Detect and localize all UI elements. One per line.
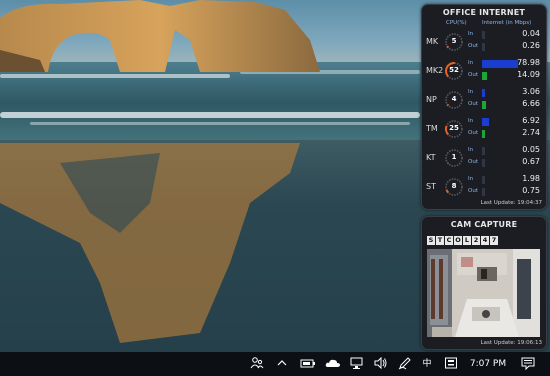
host-row: MK2 52 In 78.98 Out 14.09 [426,58,542,84]
battery-icon[interactable] [300,356,316,372]
in-traffic-value: 78.98 [517,58,540,67]
out-label: Out [468,72,478,78]
onedrive-icon[interactable] [325,356,341,372]
pen-icon[interactable] [398,356,412,372]
code-char: 7 [490,236,498,245]
people-icon[interactable] [250,356,264,372]
code-char: 2 [472,236,480,245]
ime-icon[interactable]: 中 [420,356,434,372]
out-traffic-bar [482,159,485,167]
out-traffic-bar [482,130,485,138]
in-traffic-value: 6.92 [522,116,540,125]
cpu-gauge: 8 [444,177,464,197]
in-label: In [468,147,474,153]
out-label: Out [468,188,478,194]
in-traffic-bar [482,89,485,97]
in-label: In [468,31,474,37]
cpu-gauge: 4 [444,90,464,110]
host-row: NP 4 In 3.06 Out 6.66 [426,87,542,113]
out-traffic-value: 0.75 [522,186,540,195]
in-label: In [468,176,474,182]
host-label: MK [426,37,439,46]
cpu-gauge: 1 [444,148,464,168]
out-traffic-value: 2.74 [522,128,540,137]
cam-capture-panel: CAM CAPTURE S T C O L 2 4 7 Last Update:… [421,216,547,350]
clock-time[interactable]: 7:07 PM [467,356,509,372]
wallpaper-rock-arch [0,0,320,72]
in-traffic-value: 0.05 [522,145,540,154]
out-traffic-bar [482,188,485,196]
cpu-gauge: 25 [444,119,464,139]
in-traffic-value: 3.06 [522,87,540,96]
camera-code: S T C O L 2 4 7 [427,236,498,245]
cpu-value: 4 [451,95,457,103]
column-header-internet: Internet (in Mbps) [482,20,532,26]
code-char: L [463,236,471,245]
host-row: TM 25 In 6.92 Out 2.74 [426,116,542,142]
cpu-value: 8 [451,182,457,190]
code-char: C [445,236,453,245]
in-traffic-value: 1.98 [522,174,540,183]
out-traffic-bar [482,43,485,51]
in-label: In [468,60,474,66]
out-label: Out [468,101,478,107]
code-char: S [427,236,435,245]
in-label: In [468,118,474,124]
host-row: KT 1 In 0.05 Out 0.67 [426,145,542,171]
in-traffic-bar [482,31,485,39]
volume-icon[interactable] [374,356,388,372]
host-row: ST 8 In 1.98 Out 0.75 [426,174,542,200]
cpu-gauge: 5 [444,32,464,52]
in-traffic-value: 0.04 [522,29,540,38]
in-traffic-bar [482,147,485,155]
cpu-value: 1 [451,153,457,161]
code-char: O [454,236,462,245]
chevron-up-icon[interactable] [276,356,288,372]
wallpaper-reflection [0,143,300,343]
out-traffic-value: 0.67 [522,157,540,166]
out-traffic-bar [482,101,486,109]
cpu-value: 52 [449,66,459,74]
keyboard-icon[interactable] [444,356,458,372]
cpu-value: 5 [451,37,457,45]
last-update-label: Last Update: 19:04:37 [480,200,542,206]
in-label: In [468,89,474,95]
camera-snapshot[interactable] [427,249,540,337]
out-traffic-value: 14.09 [517,70,540,79]
out-traffic-bar [482,72,487,80]
host-label: ST [426,182,436,191]
taskbar: 中 7:07 PM [0,352,550,376]
out-label: Out [468,43,478,49]
host-label: TM [426,124,438,133]
code-char: T [436,236,444,245]
network-icon[interactable] [350,356,364,372]
host-label: NP [426,95,437,104]
host-label: KT [426,153,436,162]
out-label: Out [468,159,478,165]
panel-title: OFFICE INTERNET [442,8,526,17]
code-char: 4 [481,236,489,245]
in-traffic-bar [482,118,489,126]
cpu-value: 25 [449,124,459,132]
column-header-cpu: CPU(%) [446,20,467,26]
host-label: MK2 [426,66,444,75]
office-internet-panel: OFFICE INTERNET CPU(%) Internet (in Mbps… [421,4,547,210]
panel-title: CAM CAPTURE [450,220,518,229]
last-update-label: Last Update: 19:06:13 [480,340,542,346]
out-traffic-value: 0.26 [522,41,540,50]
cpu-gauge: 52 [444,61,464,81]
out-traffic-value: 6.66 [522,99,540,108]
host-row: MK 5 In 0.04 Out 0.26 [426,29,542,55]
in-traffic-bar [482,60,518,68]
out-label: Out [468,130,478,136]
action-center-icon[interactable] [520,356,536,372]
in-traffic-bar [482,176,485,184]
